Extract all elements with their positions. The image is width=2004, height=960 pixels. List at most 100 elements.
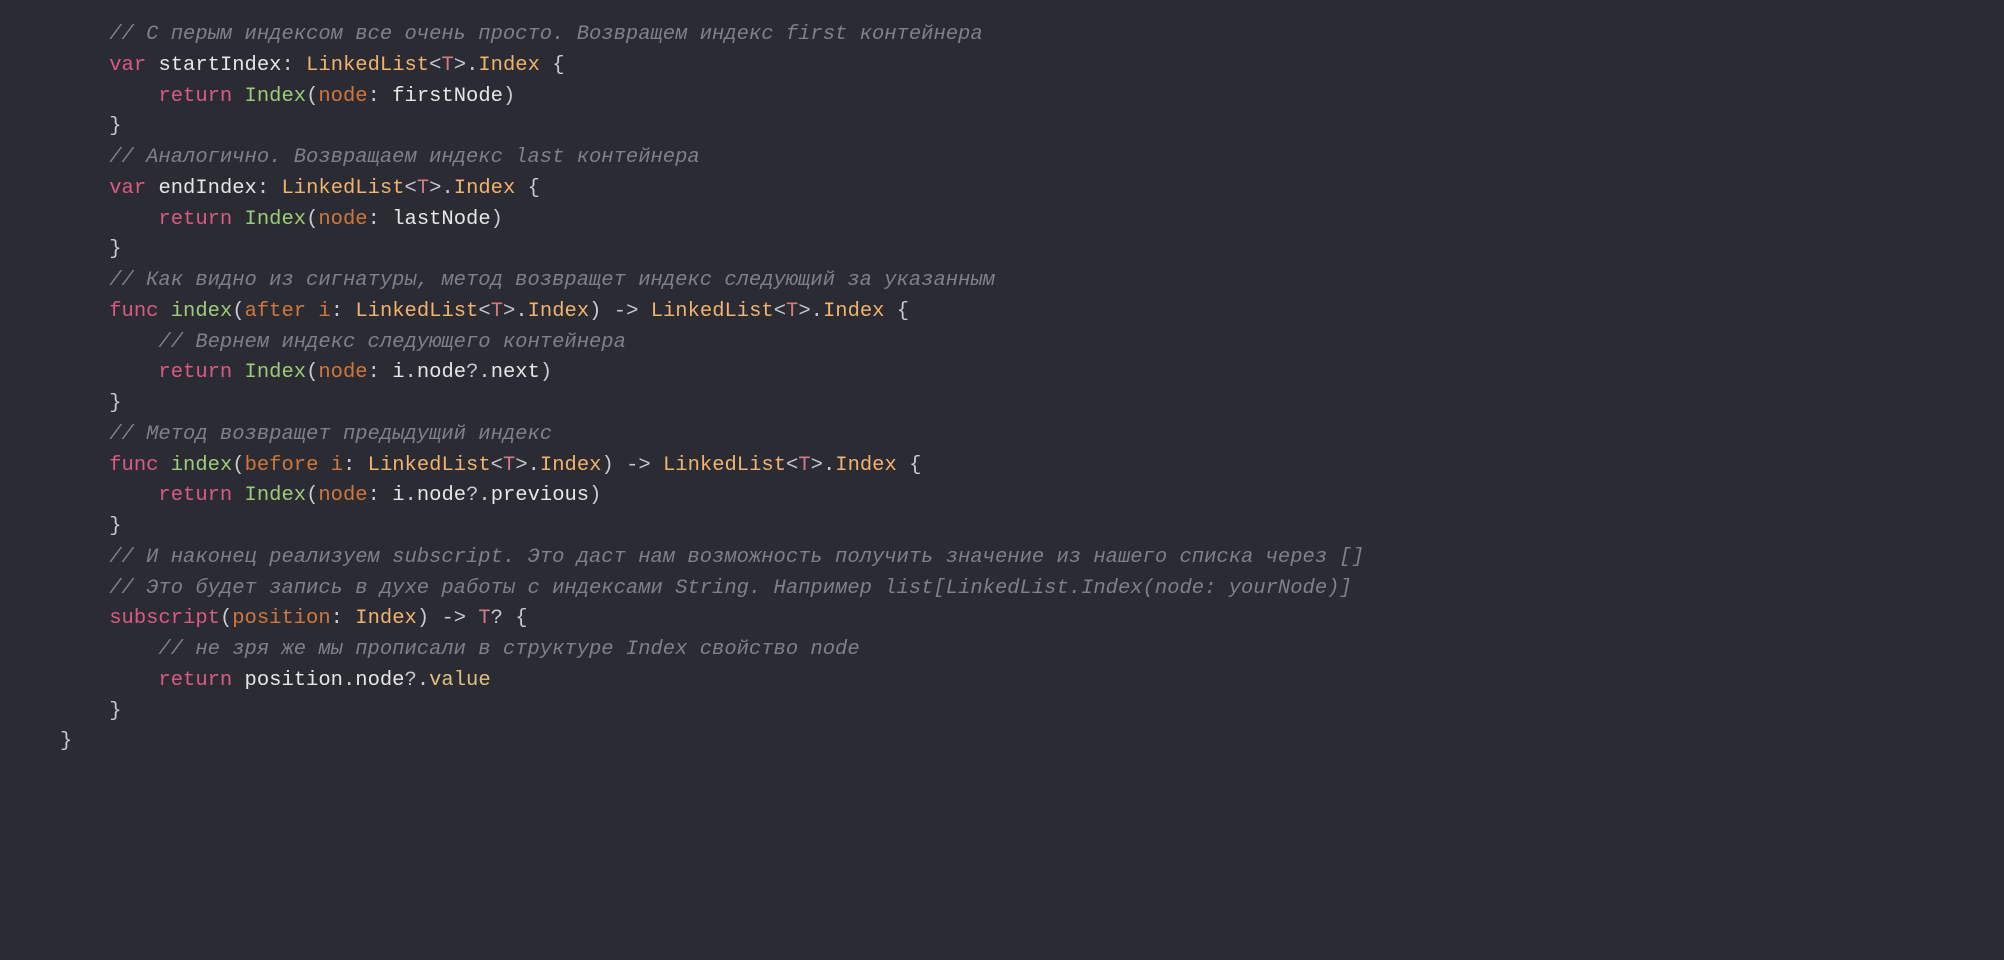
brace-open: { xyxy=(909,454,921,477)
colon: : xyxy=(368,484,380,507)
comment: // Вернем индекс следующего контейнера xyxy=(158,331,625,354)
generic: T xyxy=(786,300,798,323)
generic: T xyxy=(503,454,515,477)
dot: . xyxy=(466,54,478,77)
member: node xyxy=(355,669,404,692)
paren-open: ( xyxy=(232,454,244,477)
angle-open: < xyxy=(405,177,417,200)
func-name: index xyxy=(171,300,233,323)
paren-open: ( xyxy=(306,208,318,231)
code-block: // С перым индексом все очень просто. Во… xyxy=(0,0,2004,778)
comment: // И наконец реализуем subscript. Это да… xyxy=(109,546,1364,569)
keyword-return: return xyxy=(158,208,232,231)
type: LinkedList xyxy=(651,300,774,323)
param-name: position xyxy=(232,607,330,630)
call: Index xyxy=(245,208,307,231)
brace-close: } xyxy=(109,115,121,138)
dot: . xyxy=(417,669,429,692)
angle-close: > xyxy=(515,454,527,477)
keyword-return: return xyxy=(158,484,232,507)
paren-close: ) xyxy=(589,300,601,323)
arrow: -> xyxy=(626,454,651,477)
identifier: position xyxy=(245,669,343,692)
type: LinkedList xyxy=(663,454,786,477)
comment: // Как видно из сигнатуры, метод возвращ… xyxy=(109,269,995,292)
brace-open: { xyxy=(897,300,909,323)
keyword-return: return xyxy=(158,361,232,384)
arg-label: node xyxy=(318,85,367,108)
optional: ? xyxy=(466,484,478,507)
func-name: index xyxy=(171,454,233,477)
angle-open: < xyxy=(478,300,490,323)
angle-close: > xyxy=(503,300,515,323)
paren-open: ( xyxy=(306,361,318,384)
colon: : xyxy=(281,54,293,77)
arg-label: after xyxy=(245,300,307,323)
type: LinkedList xyxy=(368,454,491,477)
type: Index xyxy=(528,300,590,323)
optional: ? xyxy=(466,361,478,384)
identifier: i xyxy=(392,484,404,507)
dot: . xyxy=(478,361,490,384)
angle-open: < xyxy=(429,54,441,77)
dot: . xyxy=(441,177,453,200)
member: node xyxy=(417,484,466,507)
paren-close: ) xyxy=(491,208,503,231)
angle-close: > xyxy=(454,54,466,77)
member: value xyxy=(429,669,491,692)
dot: . xyxy=(405,484,417,507)
keyword-func: func xyxy=(109,300,158,323)
keyword-subscript: subscript xyxy=(109,607,220,630)
colon: : xyxy=(368,85,380,108)
brace-close: } xyxy=(109,238,121,261)
dot: . xyxy=(811,300,823,323)
call: Index xyxy=(245,361,307,384)
property-name: startIndex xyxy=(158,54,281,77)
paren-close: ) xyxy=(417,607,429,630)
comment: // С перым индексом все очень просто. Во… xyxy=(109,23,982,46)
keyword-func: func xyxy=(109,454,158,477)
brace-close: } xyxy=(109,515,121,538)
paren-close: ) xyxy=(503,85,515,108)
brace-close: } xyxy=(60,730,72,753)
dot: . xyxy=(823,454,835,477)
dot: . xyxy=(478,484,490,507)
generic: T xyxy=(798,454,810,477)
type: Index xyxy=(540,454,602,477)
member: next xyxy=(491,361,540,384)
arg-label: node xyxy=(318,361,367,384)
type: Index xyxy=(835,454,897,477)
paren-close: ) xyxy=(540,361,552,384)
optional: ? xyxy=(491,607,503,630)
member: previous xyxy=(491,484,589,507)
arg-label: node xyxy=(318,208,367,231)
property-name: endIndex xyxy=(158,177,256,200)
optional: ? xyxy=(405,669,417,692)
generic: T xyxy=(478,607,490,630)
type: Index xyxy=(478,54,540,77)
keyword-var: var xyxy=(109,177,146,200)
brace-open: { xyxy=(528,177,540,200)
arrow: -> xyxy=(441,607,466,630)
paren-open: ( xyxy=(220,607,232,630)
identifier: lastNode xyxy=(392,208,490,231)
angle-close: > xyxy=(798,300,810,323)
colon: : xyxy=(257,177,269,200)
keyword-return: return xyxy=(158,85,232,108)
angle-close: > xyxy=(429,177,441,200)
type: LinkedList xyxy=(306,54,429,77)
angle-open: < xyxy=(786,454,798,477)
paren-open: ( xyxy=(306,484,318,507)
call: Index xyxy=(245,85,307,108)
comment: // Это будет запись в духе работы с инде… xyxy=(109,577,1352,600)
brace-open: { xyxy=(515,607,527,630)
comment: // Аналогично. Возвращаем индекс last ко… xyxy=(109,146,700,169)
colon: : xyxy=(331,607,343,630)
member: node xyxy=(417,361,466,384)
call: Index xyxy=(245,484,307,507)
colon: : xyxy=(368,208,380,231)
brace-close: } xyxy=(109,392,121,415)
angle-open: < xyxy=(491,454,503,477)
brace-close: } xyxy=(109,700,121,723)
brace-open: { xyxy=(552,54,564,77)
